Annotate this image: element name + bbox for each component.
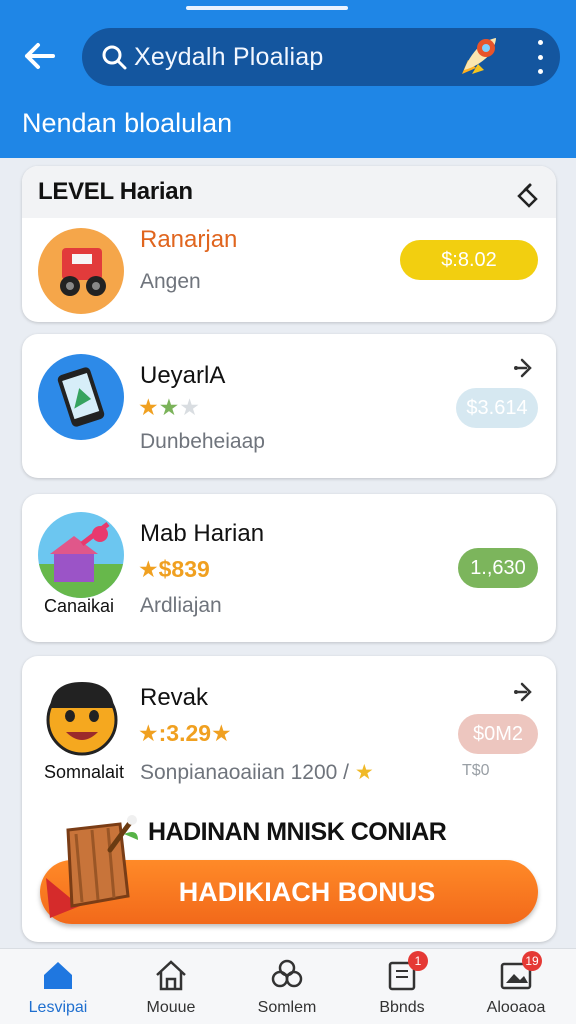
- badge-icon: 1: [384, 951, 428, 993]
- status-bar-indicator: [186, 6, 348, 10]
- item-rating: ★$839: [138, 556, 210, 582]
- item-caption: Canaikai: [44, 596, 115, 616]
- price-button[interactable]: 1.,630: [458, 548, 538, 588]
- nav-label: Lesvipai: [28, 999, 88, 1016]
- rocket-icon[interactable]: [450, 30, 504, 84]
- nav-label: Alooaoa: [486, 999, 546, 1016]
- item-rating: ★:3.29★: [138, 720, 232, 746]
- item-title: Ranarjan: [140, 226, 238, 253]
- page-subtitle: Nendan bloalulan: [22, 108, 233, 138]
- item-avatar: [38, 228, 124, 314]
- back-button[interactable]: [18, 36, 62, 76]
- price-secondary: T$0: [462, 762, 490, 779]
- star-icon: ★: [138, 394, 159, 420]
- item-avatar: [38, 672, 124, 758]
- item-title: UeyarlA: [140, 362, 226, 389]
- arrow-left-icon: [25, 43, 55, 69]
- drum-icon: [46, 815, 138, 918]
- nav-item-somlem[interactable]: Somlem: [237, 957, 337, 1023]
- bottom-navigation: Lesvipai Mouue Somlem 1 Bbnds 19 Alooaoa: [0, 948, 576, 1024]
- nav-item-alooaoa[interactable]: 19 Alooaoa: [466, 951, 566, 1023]
- share-icon[interactable]: [512, 354, 538, 380]
- image-icon: 19: [498, 951, 542, 993]
- item-caption: Somnalait: [44, 762, 125, 782]
- star-icon: ★: [354, 761, 374, 784]
- search-icon: [100, 43, 128, 71]
- level-title: LEVEL Harian: [38, 178, 193, 205]
- price-button[interactable]: $:8.02: [400, 240, 538, 280]
- pencil-icon[interactable]: [514, 180, 542, 208]
- promo-title: HADINAN MNISK CONIAR: [148, 818, 447, 846]
- item-subtitle: Dunbeheiaap: [140, 430, 265, 453]
- more-options-icon[interactable]: [530, 40, 550, 74]
- nav-item-bbnds[interactable]: 1 Bbnds: [352, 951, 452, 1023]
- item-subtitle: Angen: [140, 270, 201, 293]
- nav-item-home[interactable]: Lesvipai: [8, 957, 108, 1023]
- search-bar[interactable]: Xeydalh Ploaliap: [82, 28, 560, 86]
- item-title: Mab Harian: [140, 520, 265, 547]
- home-icon: [44, 962, 72, 989]
- list-item[interactable]: Canaikai Mab Harian ★$839 Ardliajan 1.,6…: [22, 494, 556, 642]
- app-header: Xeydalh Ploaliap Nendan bloalulan: [0, 0, 576, 158]
- house-outline-icon: [156, 960, 186, 991]
- nav-label: Mouue: [146, 999, 196, 1016]
- search-input[interactable]: Xeydalh Ploaliap: [134, 43, 323, 72]
- price-button[interactable]: $3.614: [456, 388, 538, 428]
- level-header: LEVEL Harian: [22, 166, 556, 218]
- notification-badge: 1: [408, 951, 428, 971]
- level-card: LEVEL Harian Ranarjan Angen $:8.02: [22, 166, 556, 322]
- price-button[interactable]: $0M2: [458, 714, 538, 754]
- list-item[interactable]: UeyarlA ★★★ Dunbeheiaap $3.614: [22, 334, 556, 478]
- notification-badge: 19: [522, 951, 542, 971]
- share-icon[interactable]: [512, 678, 538, 704]
- item-title: Revak: [140, 684, 209, 711]
- nav-label: Bbnds: [379, 999, 425, 1016]
- star-icon: ★: [158, 394, 180, 420]
- item-avatar: [38, 512, 124, 598]
- item-rating: ★★★: [138, 394, 200, 421]
- nav-label: Somlem: [257, 999, 317, 1016]
- item-subtitle: Ardliajan: [140, 594, 222, 617]
- item-avatar: [38, 354, 124, 440]
- nav-item-house[interactable]: Mouue: [121, 957, 221, 1023]
- item-subtitle: Sonpianaoaiian 1200 / ★: [140, 761, 374, 784]
- clover-icon: [271, 959, 303, 988]
- star-icon: ★: [179, 394, 200, 420]
